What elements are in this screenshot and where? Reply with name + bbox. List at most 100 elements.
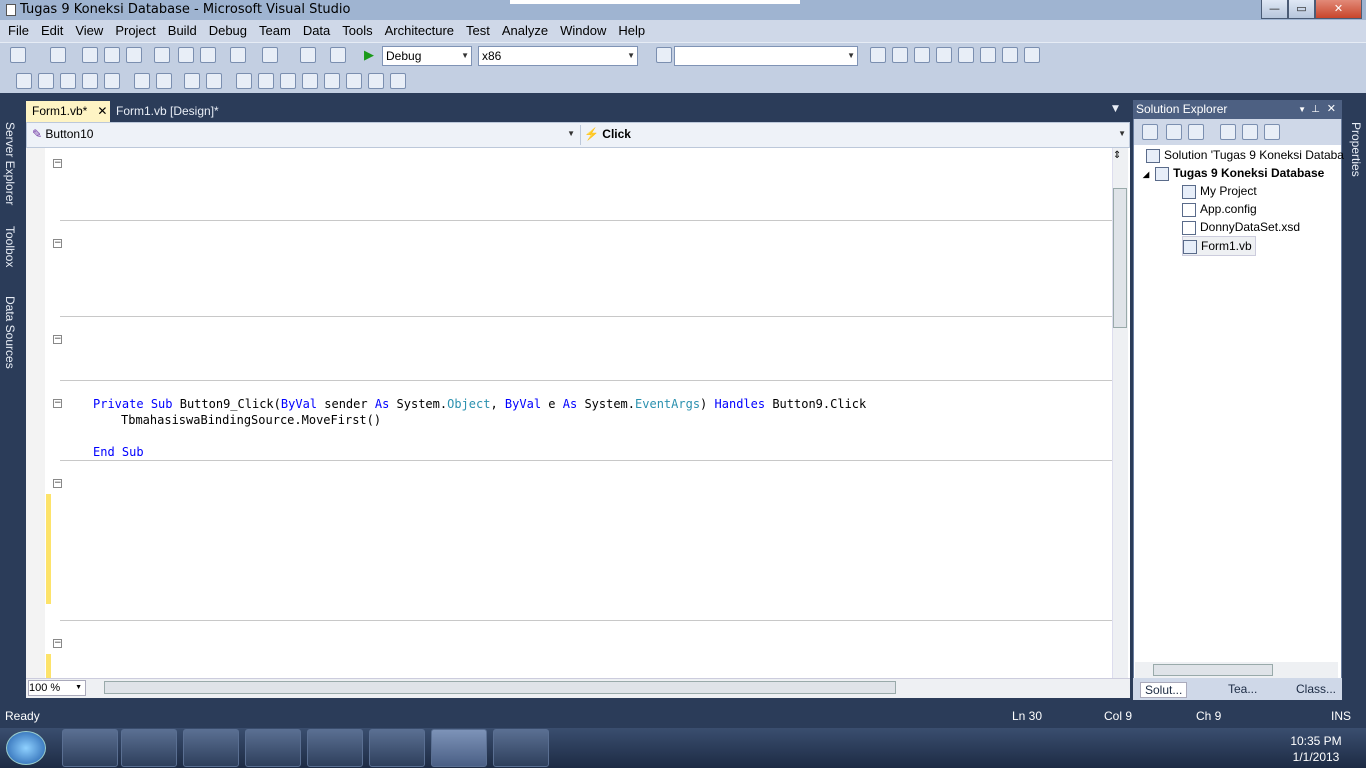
tree-item-solution[interactable]: Solution 'Tugas 9 Koneksi Databa: [1146, 146, 1344, 164]
file-explorer-icon[interactable]: [121, 729, 177, 767]
code-line[interactable]: TbmahasiswaBindingSource.MoveFirst(): [121, 412, 381, 428]
visual-studio-taskbar-icon[interactable]: [431, 729, 487, 767]
menu-item[interactable]: Data: [297, 20, 336, 42]
toolbar-icon[interactable]: [914, 47, 930, 63]
tab-form1-vb[interactable]: Form1.vb* ✕: [26, 101, 110, 122]
outline-collapse-icon[interactable]: −: [53, 639, 62, 648]
minimize-button[interactable]: —: [1261, 0, 1288, 19]
config-combo[interactable]: Debug ▼: [382, 46, 472, 66]
menu-item[interactable]: Analyze: [496, 20, 554, 42]
outline-collapse-icon[interactable]: −: [53, 239, 62, 248]
toolbar-icon[interactable]: [126, 47, 142, 63]
toolbar-icon[interactable]: [104, 47, 120, 63]
toolbar-icon[interactable]: [958, 47, 974, 63]
code-line[interactable]: Private Sub Button9_Click(ByVal sender A…: [93, 396, 866, 412]
toolbar-icon[interactable]: [178, 47, 194, 63]
chevron-down-icon[interactable]: ▼: [1298, 100, 1306, 119]
toolbar-icon[interactable]: [1188, 124, 1204, 140]
tree-item-project[interactable]: ◢ Tugas 9 Koneksi Database: [1143, 164, 1324, 184]
menu-item[interactable]: Architecture: [379, 20, 460, 42]
toolbar-icon[interactable]: [870, 47, 886, 63]
find-combo[interactable]: ▼: [674, 46, 858, 66]
pin-icon[interactable]: ⊥: [1311, 100, 1320, 119]
toolbar-icon[interactable]: [206, 73, 222, 89]
menu-item[interactable]: Team: [253, 20, 297, 42]
menu-item[interactable]: Project: [109, 20, 161, 42]
toolbar-icon[interactable]: [1242, 124, 1258, 140]
platform-combo[interactable]: x86 ▼: [478, 46, 638, 66]
toolbar-icon[interactable]: [38, 73, 54, 89]
toolbar-icon[interactable]: [156, 73, 172, 89]
menu-item[interactable]: File: [2, 20, 35, 42]
maximize-button[interactable]: ▭: [1288, 0, 1315, 19]
toolbar-icon[interactable]: [82, 47, 98, 63]
toolbar-icon[interactable]: [280, 73, 296, 89]
menu-item[interactable]: Debug: [203, 20, 253, 42]
toolbar-icon[interactable]: [936, 47, 952, 63]
outline-collapse-icon[interactable]: −: [53, 159, 62, 168]
code-line[interactable]: End Sub: [93, 444, 144, 460]
menu-item[interactable]: Test: [460, 20, 496, 42]
close-icon[interactable]: ✕: [1327, 100, 1336, 119]
menu-item[interactable]: View: [69, 20, 109, 42]
tree-item-app-config[interactable]: App.config: [1182, 200, 1257, 218]
toolbar-icon[interactable]: [1002, 47, 1018, 63]
expand-icon[interactable]: ◢: [1143, 170, 1149, 179]
toolbar-icon[interactable]: [184, 73, 200, 89]
toolbar-icon[interactable]: [330, 47, 346, 63]
taskbar-clock[interactable]: 10:35 PM 1/1/2013: [1286, 733, 1346, 765]
toolbar-icon[interactable]: [368, 73, 384, 89]
vertical-scroll-thumb[interactable]: [1113, 188, 1127, 328]
tab-class-view[interactable]: Class...: [1278, 682, 1336, 696]
toolbar-icon[interactable]: [134, 73, 150, 89]
toolbar-icon[interactable]: [390, 73, 406, 89]
toolbar-icon[interactable]: [258, 73, 274, 89]
paint-icon[interactable]: [369, 729, 425, 767]
tab-list-icon[interactable]: ▼: [1112, 104, 1119, 114]
menu-item[interactable]: Help: [612, 20, 651, 42]
horizontal-scroll-thumb[interactable]: [104, 681, 896, 694]
close-window-button[interactable]: ✕: [1315, 0, 1362, 19]
toolbar-icon[interactable]: [1024, 47, 1040, 63]
data-sources-tab[interactable]: Data Sources: [3, 296, 17, 369]
tab-team-explorer[interactable]: Tea...: [1208, 682, 1257, 696]
properties-tab[interactable]: Properties: [1349, 122, 1363, 177]
outline-collapse-icon[interactable]: −: [53, 335, 62, 344]
outline-collapse-icon[interactable]: −: [53, 399, 62, 408]
toolbar-icon[interactable]: [656, 47, 672, 63]
word-icon[interactable]: [493, 729, 549, 767]
menu-item[interactable]: Window: [554, 20, 612, 42]
toolbar-icon[interactable]: [10, 47, 26, 63]
toolbar-icon[interactable]: [1220, 124, 1236, 140]
server-explorer-tab[interactable]: Server Explorer: [3, 122, 17, 205]
menu-item[interactable]: Tools: [336, 20, 378, 42]
toolbar-icon[interactable]: [1142, 124, 1158, 140]
toolbar-icon[interactable]: [50, 47, 66, 63]
menu-item[interactable]: Build: [162, 20, 203, 42]
tree-item-my-project[interactable]: My Project: [1182, 182, 1257, 200]
toolbar-icon[interactable]: [346, 73, 362, 89]
toolbar-icon[interactable]: [262, 47, 278, 63]
toolbar-icon[interactable]: [154, 47, 170, 63]
toolbar-icon[interactable]: [302, 73, 318, 89]
outline-collapse-icon[interactable]: −: [53, 479, 62, 488]
toolbar-icon[interactable]: [200, 47, 216, 63]
tab-solution-explorer[interactable]: Solut...: [1140, 682, 1188, 698]
solution-explorer-hscroll-thumb[interactable]: [1153, 664, 1273, 676]
close-icon[interactable]: ✕: [97, 104, 107, 118]
event-dropdown[interactable]: ⚡ Click ▼: [580, 125, 1128, 145]
tab-form1-design[interactable]: Form1.vb [Design]*: [110, 101, 225, 122]
toolbar-icon[interactable]: [104, 73, 120, 89]
avast-icon[interactable]: [307, 729, 363, 767]
start-debug-icon[interactable]: ▶: [364, 48, 374, 63]
zoom-combo[interactable]: 100 % ▼: [28, 680, 86, 696]
toolbar-icon[interactable]: [230, 47, 246, 63]
toolbox-tab[interactable]: Toolbox: [3, 226, 17, 267]
internet-explorer-icon[interactable]: [62, 729, 118, 767]
split-icon[interactable]: ⇕: [1113, 150, 1121, 161]
toolbar-icon[interactable]: [82, 73, 98, 89]
media-player-icon[interactable]: [183, 729, 239, 767]
firefox-icon[interactable]: [245, 729, 301, 767]
toolbar-icon[interactable]: [236, 73, 252, 89]
toolbar-icon[interactable]: [1166, 124, 1182, 140]
